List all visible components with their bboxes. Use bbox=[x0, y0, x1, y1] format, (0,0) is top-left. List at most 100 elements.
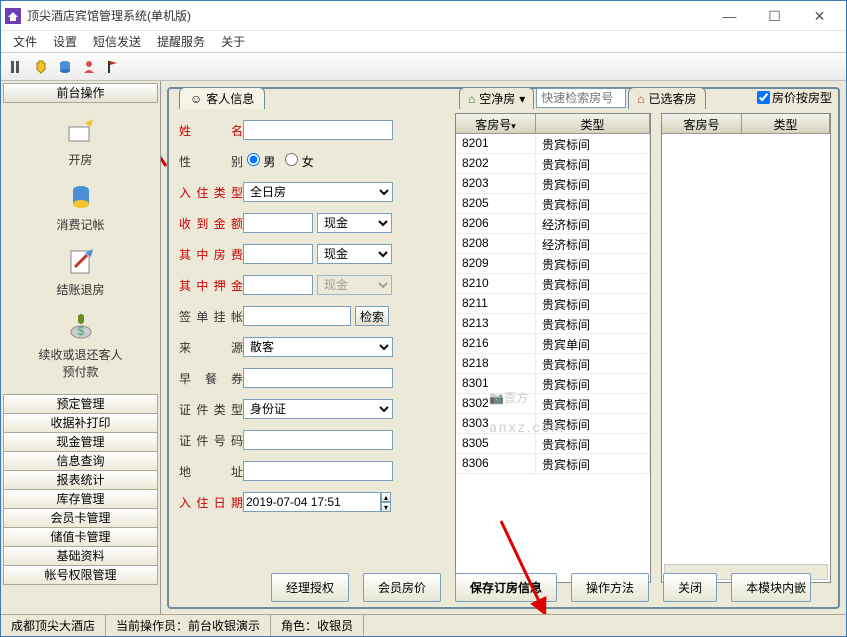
table-row[interactable]: 8216贵宾单间 bbox=[456, 334, 650, 354]
vacant-grid-body[interactable]: 8201贵宾标间8202贵宾标间8203贵宾标间8205贵宾标间8206经济标间… bbox=[456, 134, 650, 582]
date-down[interactable]: ▾ bbox=[381, 502, 391, 512]
quick-search-input[interactable] bbox=[536, 88, 626, 108]
sidebar-list-item-6[interactable]: 会员卡管理 bbox=[3, 508, 158, 528]
select-id-type[interactable]: 身份证 bbox=[243, 399, 393, 419]
sidebar-icon-item-3[interactable]: $续收或退还客人预付款 bbox=[1, 304, 160, 386]
input-checkin-date[interactable] bbox=[243, 492, 381, 512]
search-button[interactable]: 检索 bbox=[355, 306, 389, 326]
input-deposit[interactable] bbox=[243, 275, 313, 295]
table-row[interactable]: 8305贵宾标间 bbox=[456, 434, 650, 454]
gh2-room-no[interactable]: 客房号 bbox=[662, 114, 742, 133]
menu-0[interactable]: 文件 bbox=[5, 31, 45, 52]
gh-type[interactable]: 类型 bbox=[536, 114, 650, 133]
lbl-id-type: 证件类型 bbox=[179, 401, 243, 418]
table-row[interactable]: 8306贵宾标间 bbox=[456, 454, 650, 474]
selected-grid-body[interactable] bbox=[662, 134, 830, 582]
sidebar-icon-3: $ bbox=[65, 310, 97, 342]
input-amount[interactable] bbox=[243, 213, 313, 233]
selected-grid: 客房号 类型 bbox=[661, 113, 831, 583]
sidebar-list-item-5[interactable]: 库存管理 bbox=[3, 489, 158, 509]
close-button[interactable]: ✕ bbox=[797, 2, 842, 30]
lbl-gender: 性 别 bbox=[179, 153, 243, 170]
input-room-fee[interactable] bbox=[243, 244, 313, 264]
tab-vacant[interactable]: ⌂ 空净房 ▾ bbox=[459, 87, 534, 109]
minimize-button[interactable]: — bbox=[707, 2, 752, 30]
menu-4[interactable]: 关于 bbox=[213, 31, 253, 52]
toolbar-btn-flag[interactable] bbox=[103, 57, 123, 77]
sidebar-icon-item-1[interactable]: 消费记帐 bbox=[1, 174, 160, 239]
menu-2[interactable]: 短信发送 bbox=[85, 31, 149, 52]
member-price-button[interactable]: 会员房价 bbox=[363, 573, 441, 602]
table-row[interactable]: 8211贵宾标间 bbox=[456, 294, 650, 314]
price-by-type-input[interactable] bbox=[757, 91, 770, 104]
window-title: 顶尖酒店宾馆管理系统(单机版) bbox=[27, 7, 707, 24]
table-row[interactable]: 8203贵宾标间 bbox=[456, 174, 650, 194]
table-row[interactable]: 8210贵宾标间 bbox=[456, 274, 650, 294]
date-up[interactable]: ▴ bbox=[381, 492, 391, 502]
table-row[interactable]: 8302贵宾标间 bbox=[456, 394, 650, 414]
radio-female[interactable]: 女 bbox=[285, 153, 313, 170]
table-row[interactable]: 8301贵宾标间 bbox=[456, 374, 650, 394]
mgr-auth-button[interactable]: 经理授权 bbox=[271, 573, 349, 602]
toolbar-btn-db[interactable] bbox=[55, 57, 75, 77]
sidebar-list-item-9[interactable]: 帐号权限管理 bbox=[3, 565, 158, 585]
close-panel-button[interactable]: 关闭 bbox=[663, 573, 717, 602]
tab-vacant-label: 空净房 bbox=[479, 90, 515, 107]
status-role: 角色：收银员 bbox=[271, 615, 364, 636]
gh2-type[interactable]: 类型 bbox=[742, 114, 830, 133]
tab-selected-rooms[interactable]: ⌂ 已选客房 bbox=[628, 87, 705, 109]
smiley-icon: ☺ bbox=[190, 92, 202, 106]
input-breakfast[interactable] bbox=[243, 368, 393, 388]
status-operator: 当前操作员：前台收银演示 bbox=[106, 615, 271, 636]
table-row[interactable]: 8209贵宾标间 bbox=[456, 254, 650, 274]
table-row[interactable]: 8303贵宾标间 bbox=[456, 414, 650, 434]
titlebar: 顶尖酒店宾馆管理系统(单机版) — ☐ ✕ bbox=[1, 1, 846, 31]
select-pay2[interactable]: 现金 bbox=[317, 244, 392, 264]
embed-button[interactable]: 本模块内嵌 bbox=[731, 573, 811, 602]
table-row[interactable]: 8202贵宾标间 bbox=[456, 154, 650, 174]
radio-male[interactable]: 男 bbox=[247, 153, 275, 170]
gh-room-no[interactable]: 客房号▾ bbox=[456, 114, 536, 133]
menu-1[interactable]: 设置 bbox=[45, 31, 85, 52]
sidebar-list-item-8[interactable]: 基础资料 bbox=[3, 546, 158, 566]
maximize-button[interactable]: ☐ bbox=[752, 2, 797, 30]
help-button[interactable]: 操作方法 bbox=[571, 573, 649, 602]
select-pay3: 现金 bbox=[317, 275, 392, 295]
table-row[interactable]: 8201贵宾标间 bbox=[456, 134, 650, 154]
price-by-type-checkbox[interactable]: 房价按房型 bbox=[757, 89, 832, 106]
sidebar-icon-item-2[interactable]: 结账退房 bbox=[1, 239, 160, 304]
toolbar-btn-1[interactable] bbox=[7, 57, 27, 77]
sidebar-list-item-0[interactable]: 预定管理 bbox=[3, 394, 158, 414]
toolbar-btn-user[interactable] bbox=[79, 57, 99, 77]
app-icon bbox=[5, 8, 21, 24]
tab-guest-info[interactable]: ☺ 客人信息 bbox=[179, 87, 265, 109]
table-row[interactable]: 8218贵宾标间 bbox=[456, 354, 650, 374]
select-pay1[interactable]: 现金 bbox=[317, 213, 392, 233]
sidebar-icon-item-0[interactable]: 开房 bbox=[1, 109, 160, 174]
select-source[interactable]: 散客 bbox=[243, 337, 393, 357]
sidebar-icon-list: 开房消费记帐结账退房 $续收或退还客人预付款 bbox=[1, 105, 160, 390]
input-address[interactable] bbox=[243, 461, 393, 481]
input-name[interactable] bbox=[243, 120, 393, 140]
input-sign[interactable] bbox=[243, 306, 351, 326]
sidebar-list-item-7[interactable]: 储值卡管理 bbox=[3, 527, 158, 547]
sidebar-list-item-2[interactable]: 现金管理 bbox=[3, 432, 158, 452]
lbl-name: 姓 名 bbox=[179, 122, 243, 139]
menubar: 文件设置短信发送提醒服务关于 bbox=[1, 31, 846, 53]
table-row[interactable]: 8208经济标间 bbox=[456, 234, 650, 254]
tab-selected-label: 已选客房 bbox=[649, 90, 697, 107]
select-checkin-type[interactable]: 全日房 bbox=[243, 182, 393, 202]
toolbar-btn-hand[interactable] bbox=[31, 57, 51, 77]
table-row[interactable]: 8206经济标间 bbox=[456, 214, 650, 234]
sidebar-list-item-4[interactable]: 报表统计 bbox=[3, 470, 158, 490]
sidebar-list-item-3[interactable]: 信息查询 bbox=[3, 451, 158, 471]
sidebar-icon-label-2: 结账退房 bbox=[1, 281, 160, 298]
input-id-no[interactable] bbox=[243, 430, 393, 450]
save-button[interactable]: 保存订房信息 bbox=[455, 573, 557, 602]
sidebar-list-item-1[interactable]: 收据补打印 bbox=[3, 413, 158, 433]
menu-3[interactable]: 提醒服务 bbox=[149, 31, 213, 52]
table-row[interactable]: 8205贵宾标间 bbox=[456, 194, 650, 214]
content: ☺ 客人信息 ⌂ 空净房 ▾ ⌂ 已选客房 房价按房型 bbox=[161, 81, 846, 614]
lbl-id-no: 证件号码 bbox=[179, 432, 243, 449]
table-row[interactable]: 8213贵宾标间 bbox=[456, 314, 650, 334]
